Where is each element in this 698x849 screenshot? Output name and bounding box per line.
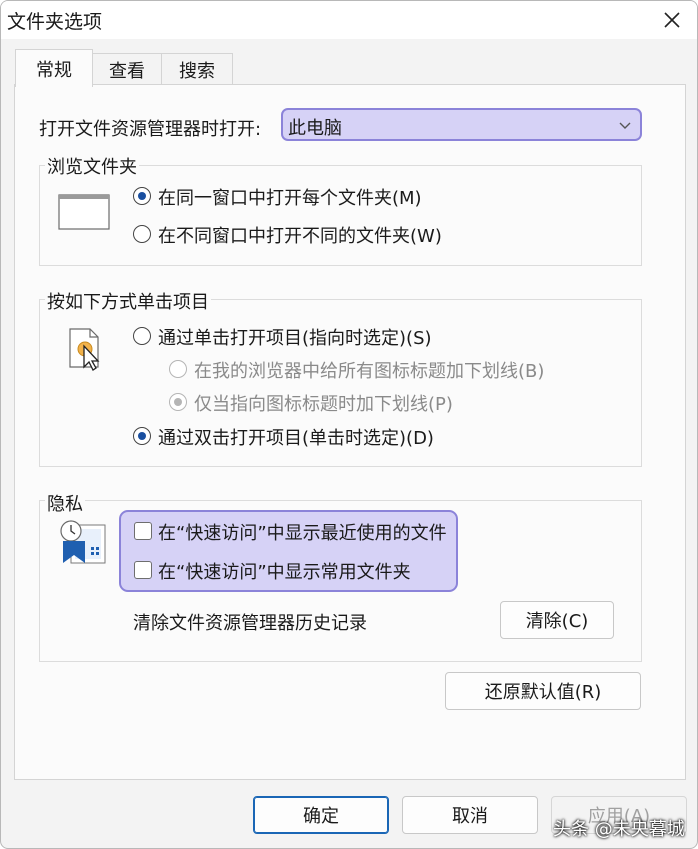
- cancel-button[interactable]: 取消: [402, 796, 538, 834]
- new-window-label: 在不同窗口中打开不同的文件夹(W): [158, 226, 442, 247]
- tab-label: 常规: [36, 59, 72, 81]
- clear-button[interactable]: 清除(C): [500, 601, 614, 639]
- restore-defaults-label: 还原默认值(R): [484, 682, 602, 703]
- same-window-radio[interactable]: [133, 187, 151, 205]
- recent-files-label: 在“快速访问”中显示最近使用的文件: [158, 523, 447, 544]
- new-window-radio[interactable]: [133, 225, 151, 243]
- privacy-title: 隐私: [45, 490, 85, 516]
- underline-hover-radio[interactable]: [169, 393, 187, 411]
- tab-label: 搜索: [179, 61, 215, 82]
- single-click-icon: [69, 328, 100, 371]
- open-in-dropdown[interactable]: 此电脑: [281, 108, 642, 141]
- close-icon: [664, 12, 680, 28]
- restore-defaults-button[interactable]: 还原默认值(R): [445, 672, 641, 710]
- watermark: 头条 @未央暮城: [553, 819, 685, 840]
- cancel-label: 取消: [452, 806, 488, 827]
- tab-search[interactable]: 搜索: [161, 53, 233, 86]
- underline-all-radio[interactable]: [169, 360, 187, 378]
- browse-folders-group: [39, 165, 642, 266]
- tab-general[interactable]: 常规: [15, 49, 93, 87]
- tab-view[interactable]: 查看: [91, 53, 163, 86]
- double-click-radio[interactable]: [133, 427, 151, 445]
- click-items-title: 按如下方式单击项目: [45, 288, 211, 314]
- single-click-label: 通过单击打开项目(指向时选定)(S): [158, 328, 432, 349]
- single-click-radio[interactable]: [133, 327, 151, 345]
- frequent-folders-checkbox[interactable]: [134, 561, 152, 579]
- close-button[interactable]: [653, 3, 691, 37]
- window-title: 文件夹选项: [7, 11, 103, 33]
- chevron-down-icon: [619, 122, 631, 129]
- window-icon: [58, 194, 110, 230]
- underline-all-label: 在我的浏览器中给所有图标标题加下划线(B): [194, 361, 545, 382]
- title-bar: 文件夹选项: [1, 1, 697, 39]
- clear-button-label: 清除(C): [525, 611, 589, 632]
- frequent-folders-label: 在“快速访问”中显示常用文件夹: [158, 562, 411, 583]
- folder-options-dialog: 文件夹选项 常规 查看 搜索 打开文件资源管理器时打开: 此电脑 浏览文件夹 在…: [0, 0, 698, 849]
- browse-folders-title: 浏览文件夹: [45, 153, 139, 179]
- double-click-label: 通过双击打开项目(单击时选定)(D): [158, 428, 434, 449]
- ok-label: 确定: [303, 806, 339, 827]
- tab-label: 查看: [109, 61, 145, 82]
- ok-button[interactable]: 确定: [253, 796, 389, 834]
- same-window-label: 在同一窗口中打开每个文件夹(M): [158, 188, 422, 209]
- underline-hover-label: 仅当指向图标标题时加下划线(P): [194, 394, 453, 415]
- open-in-value: 此电脑: [288, 118, 342, 139]
- privacy-icon: [60, 520, 106, 564]
- open-in-label: 打开文件资源管理器时打开:: [39, 119, 262, 140]
- clear-history-label: 清除文件资源管理器历史记录: [133, 613, 367, 634]
- recent-files-checkbox[interactable]: [134, 522, 152, 540]
